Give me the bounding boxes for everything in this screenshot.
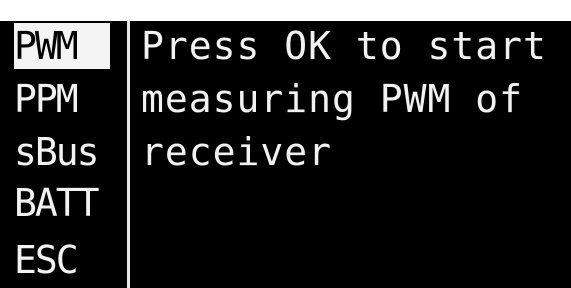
menu-item-batt[interactable]: BATT bbox=[14, 180, 126, 226]
message-line: measuring PWM of bbox=[141, 77, 524, 121]
message-line: Press OK to start bbox=[141, 24, 547, 68]
lcd-screen: PWM PPM sBus BATT ESC Press OK to start … bbox=[0, 21, 571, 288]
mode-menu: PWM PPM sBus BATT ESC bbox=[14, 23, 126, 288]
menu-divider bbox=[127, 21, 130, 288]
menu-item-pwm[interactable]: PWM bbox=[14, 23, 110, 69]
menu-item-esc[interactable]: ESC bbox=[14, 237, 126, 283]
menu-item-ppm[interactable]: PPM bbox=[14, 76, 126, 122]
menu-item-sbus[interactable]: sBus bbox=[14, 129, 126, 175]
message-line: receiver bbox=[141, 130, 333, 174]
